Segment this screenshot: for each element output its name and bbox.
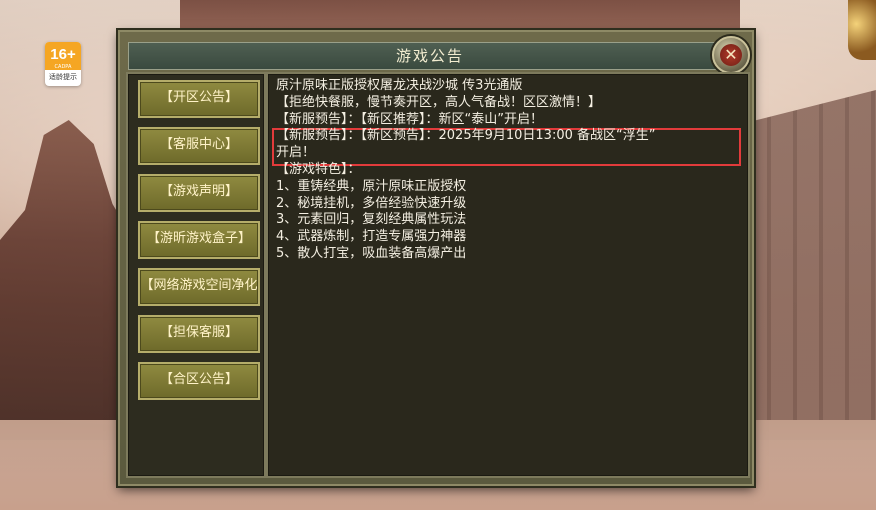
age-rating-org: CADPA: [54, 64, 72, 70]
content-line: 4、武器炼制，打造专属强力神器: [276, 229, 467, 245]
content-line: 2、秘境挂机，多倍经验快速升级: [276, 195, 467, 211]
content-line: 1、重铸经典，原汁原味正版授权: [276, 178, 467, 194]
content-line: 3、元素回归，复刻经典属性玩法: [276, 212, 467, 228]
close-icon: ✕: [720, 44, 742, 66]
scroll-ornament-icon[interactable]: [848, 0, 876, 60]
content-line: 原汁原味正版授权屠龙决战沙城 传3光通版: [276, 78, 523, 93]
menu-network-cleanup-button[interactable]: 【网络游戏空间净化: [138, 268, 260, 306]
content-line: 【新服预告】：【新区预告】：2025年9月10日13:00 备战区“浮生”: [276, 128, 656, 144]
content-line: 【游戏特色】：: [276, 161, 361, 177]
menu-guarantee-service-button[interactable]: 【担保客服】: [138, 315, 260, 353]
dialog-title: 游戏公告: [395, 47, 464, 65]
menu-game-statement-button[interactable]: 【游戏声明】: [138, 174, 260, 212]
announcement-dialog: 游戏公告 ✕ 【开区公告】 【客服中心】 【游戏声明】 【游昕游戏盒子】 【网络…: [118, 30, 754, 486]
age-rating-caption: 适龄提示: [49, 73, 77, 81]
content-line: 开启！: [276, 145, 316, 161]
menu-game-box-button[interactable]: 【游昕游戏盒子】: [138, 221, 260, 259]
age-rating-badge: 16+ CADPA 适龄提示: [45, 42, 81, 86]
background-city-wall: [745, 90, 876, 420]
announcement-menu: 【开区公告】 【客服中心】 【游戏声明】 【游昕游戏盒子】 【网络游戏空间净化 …: [126, 72, 266, 478]
menu-open-server-notice-button[interactable]: 【开区公告】: [138, 80, 260, 118]
announcement-content[interactable]: 原汁原味正版授权屠龙决战沙城 传3光通版 【拒绝快餐服，慢节奏开区，高人气备战！…: [266, 72, 750, 478]
content-line: 5、散人打宝，吸血装备高爆产出: [276, 245, 467, 261]
announcement-text: 原汁原味正版授权屠龙决战沙城 传3光通版 【拒绝快餐服，慢节奏开区，高人气备战！…: [276, 78, 742, 263]
content-line: 【新服预告】：【新区推荐】：新区“泰山”开启！: [276, 111, 543, 127]
menu-merge-server-notice-button[interactable]: 【合区公告】: [138, 362, 260, 400]
menu-customer-service-button[interactable]: 【客服中心】: [138, 127, 260, 165]
close-button[interactable]: ✕: [712, 36, 750, 74]
dialog-titlebar: 游戏公告: [128, 42, 732, 70]
content-line: 【拒绝快餐服，慢节奏开区，高人气备战！区区激情！】: [276, 94, 602, 110]
